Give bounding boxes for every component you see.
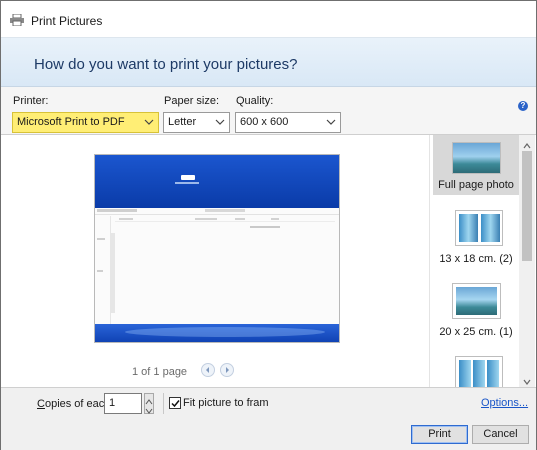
landscape-thumbnail-icon <box>452 142 501 174</box>
layout-item-13x18[interactable]: 13 x 18 cm. (2) <box>433 210 519 270</box>
paper-size-label: Paper size: <box>164 95 220 107</box>
instruction-header: How do you want to print your pictures? <box>1 37 536 87</box>
two-photo-thumbnail-icon <box>455 210 503 246</box>
layout-label: 13 x 18 cm. (2) <box>439 253 513 265</box>
chevron-down-icon[interactable] <box>145 404 153 414</box>
copies-label: Copies of each <box>37 398 111 410</box>
next-page-icon[interactable] <box>220 363 234 377</box>
copies-input[interactable]: 1 <box>104 393 142 414</box>
print-preview-area: 1 of 1 page <box>1 135 429 387</box>
chevron-down-icon <box>326 117 336 127</box>
scrollbar-thumb[interactable] <box>522 151 532 261</box>
quality-value: 600 x 600 <box>240 116 289 128</box>
previous-page-icon[interactable] <box>201 363 215 377</box>
quality-select[interactable]: 600 x 600 <box>235 112 341 133</box>
layout-label: Full page photo <box>438 179 514 191</box>
layout-item-full-page[interactable]: Full page photo <box>433 135 519 195</box>
printer-icon <box>9 13 25 27</box>
scroll-up-icon[interactable] <box>523 139 531 149</box>
preview-image-top <box>95 155 339 208</box>
paper-size-value: Letter <box>168 116 197 128</box>
page-status: 1 of 1 page <box>132 366 188 378</box>
preview-image-bottom <box>95 324 339 342</box>
printer-select[interactable]: Microsoft Print to PDF <box>12 112 159 133</box>
window-title: Print Pictures <box>31 14 103 28</box>
chevron-down-icon <box>144 117 154 127</box>
copies-stepper[interactable] <box>144 393 154 414</box>
paper-size-select[interactable]: Letter <box>163 112 230 133</box>
scroll-down-icon[interactable] <box>523 375 531 385</box>
quality-label: Quality: <box>236 95 274 107</box>
preview-page <box>94 154 340 343</box>
printer-select-value: Microsoft Print to PDF <box>17 116 125 128</box>
print-button[interactable]: Print <box>411 425 468 444</box>
chevron-up-icon[interactable] <box>145 395 153 405</box>
footer-bar: Copies of each 1 Fit picture to fram Opt… <box>1 387 536 450</box>
fit-picture-label[interactable]: Fit picture to fram <box>183 397 269 409</box>
layout-item-partial[interactable] <box>433 356 519 387</box>
layout-item-20x25[interactable]: 20 x 25 cm. (1) <box>433 283 519 343</box>
printer-label: Printer: <box>13 95 49 107</box>
photo-thumbnail-icon <box>455 356 503 387</box>
cancel-button[interactable]: Cancel <box>472 425 529 444</box>
chevron-down-icon <box>215 117 225 127</box>
fit-picture-checkbox[interactable] <box>169 397 181 409</box>
preview-image-window <box>95 208 339 324</box>
copies-label-text: opies of each <box>44 398 111 410</box>
print-settings-bar: Printer: Microsoft Print to PDF Paper si… <box>1 87 536 135</box>
header-question: How do you want to print your pictures? <box>34 56 298 73</box>
single-photo-thumbnail-icon <box>452 283 501 319</box>
divider <box>163 393 164 414</box>
layout-scrollbar[interactable] <box>519 135 535 387</box>
options-link[interactable]: Options... <box>481 397 528 409</box>
title-bar: Print Pictures <box>1 1 536 37</box>
help-icon[interactable]: ? <box>518 101 528 111</box>
layout-label: 20 x 25 cm. (1) <box>439 326 513 338</box>
print-pictures-dialog: Print Pictures How do you want to print … <box>0 0 537 450</box>
